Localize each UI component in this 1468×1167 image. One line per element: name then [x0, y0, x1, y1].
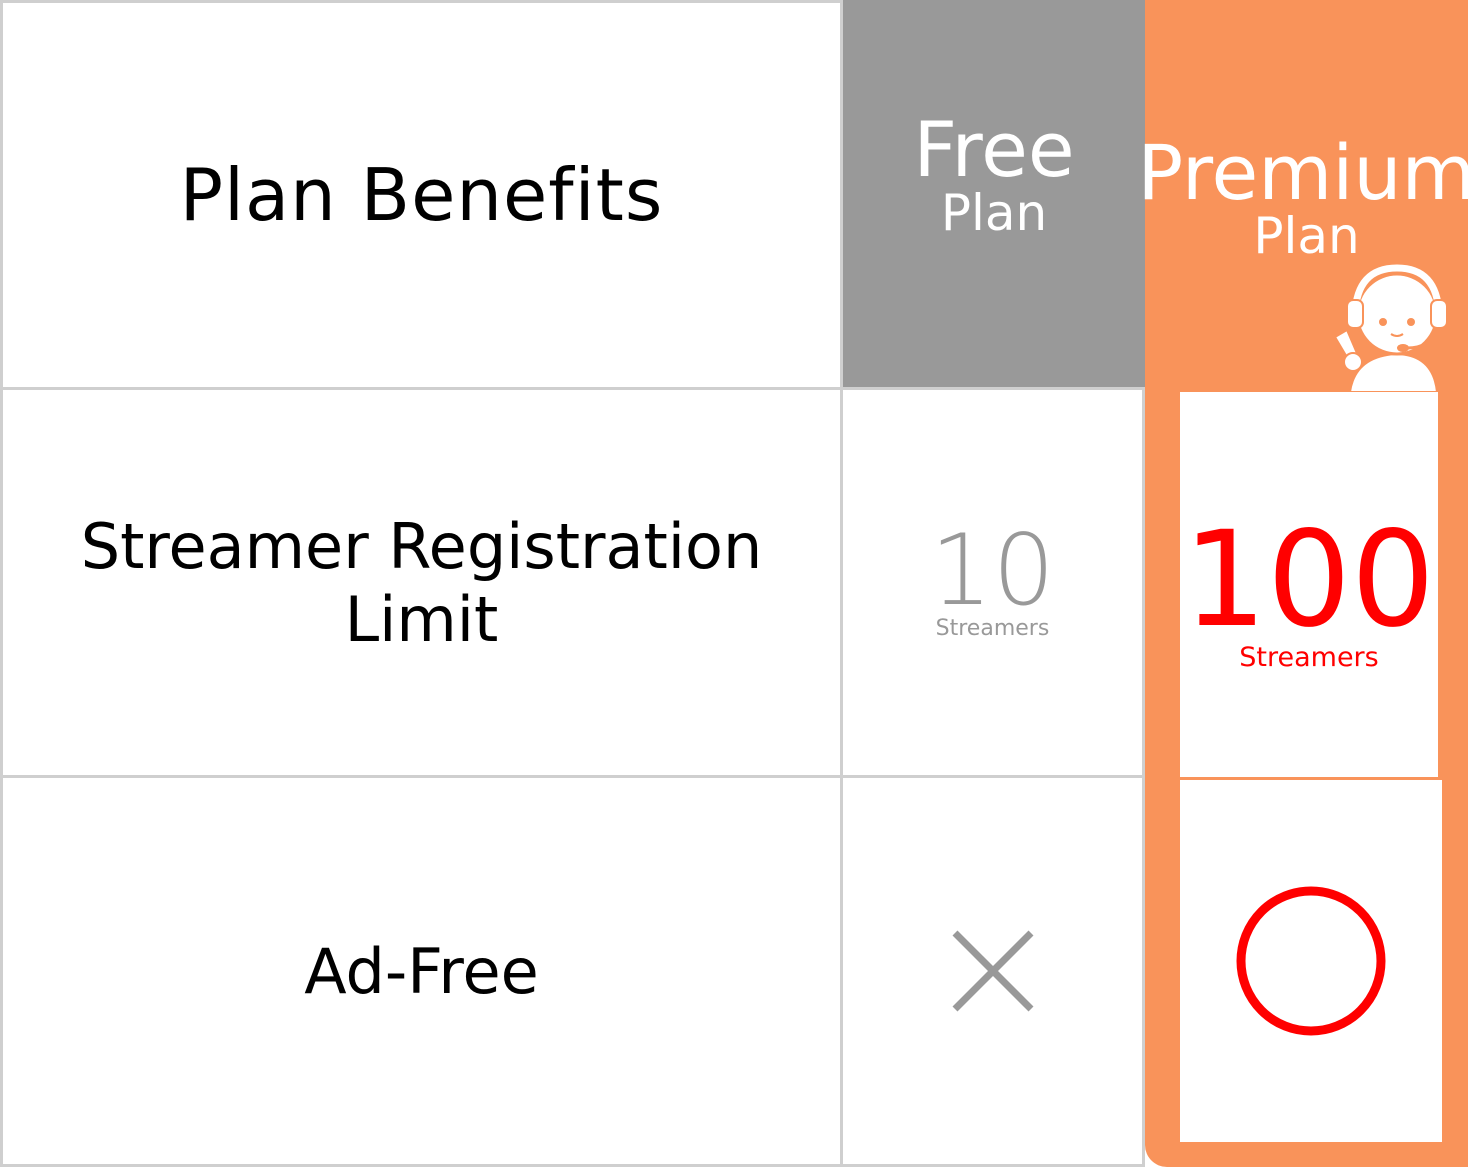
circle-icon [1233, 883, 1389, 1039]
feature-cell-registration-limit: Streamer Registration Limit [0, 387, 843, 778]
free-plan-title: Free [913, 105, 1075, 194]
premium-value-cell-registration-limit: 100 Streamers [1180, 392, 1438, 777]
premium-plan-subtitle: Plan [1253, 207, 1360, 265]
cross-icon [951, 929, 1035, 1013]
header-title-cell: Plan Benefits [0, 0, 843, 390]
free-streamer-unit: Streamers [935, 616, 1050, 642]
free-value-cell-ad-free [840, 775, 1145, 1167]
free-plan-header: Free Plan [843, 0, 1145, 390]
premium-streamer-unit: Streamers [1239, 641, 1379, 673]
feature-cell-ad-free: Ad-Free [0, 775, 843, 1167]
feature-label: Streamer Registration Limit [80, 509, 763, 656]
feature-label: Ad-Free [304, 934, 539, 1008]
free-plan-subtitle: Plan [940, 184, 1048, 242]
table-title: Plan Benefits [179, 153, 664, 237]
premium-value-cell-ad-free [1180, 780, 1442, 1142]
free-value-cell-registration-limit: 10 Streamers [840, 387, 1145, 778]
premium-plan-title: Premium [1137, 128, 1468, 217]
premium-plan-header: Premium Plan [1137, 0, 1468, 300]
premium-streamer-count: 100 [1183, 503, 1435, 658]
support-operator-icon [1333, 264, 1448, 392]
free-streamer-count: 10 [930, 513, 1055, 628]
